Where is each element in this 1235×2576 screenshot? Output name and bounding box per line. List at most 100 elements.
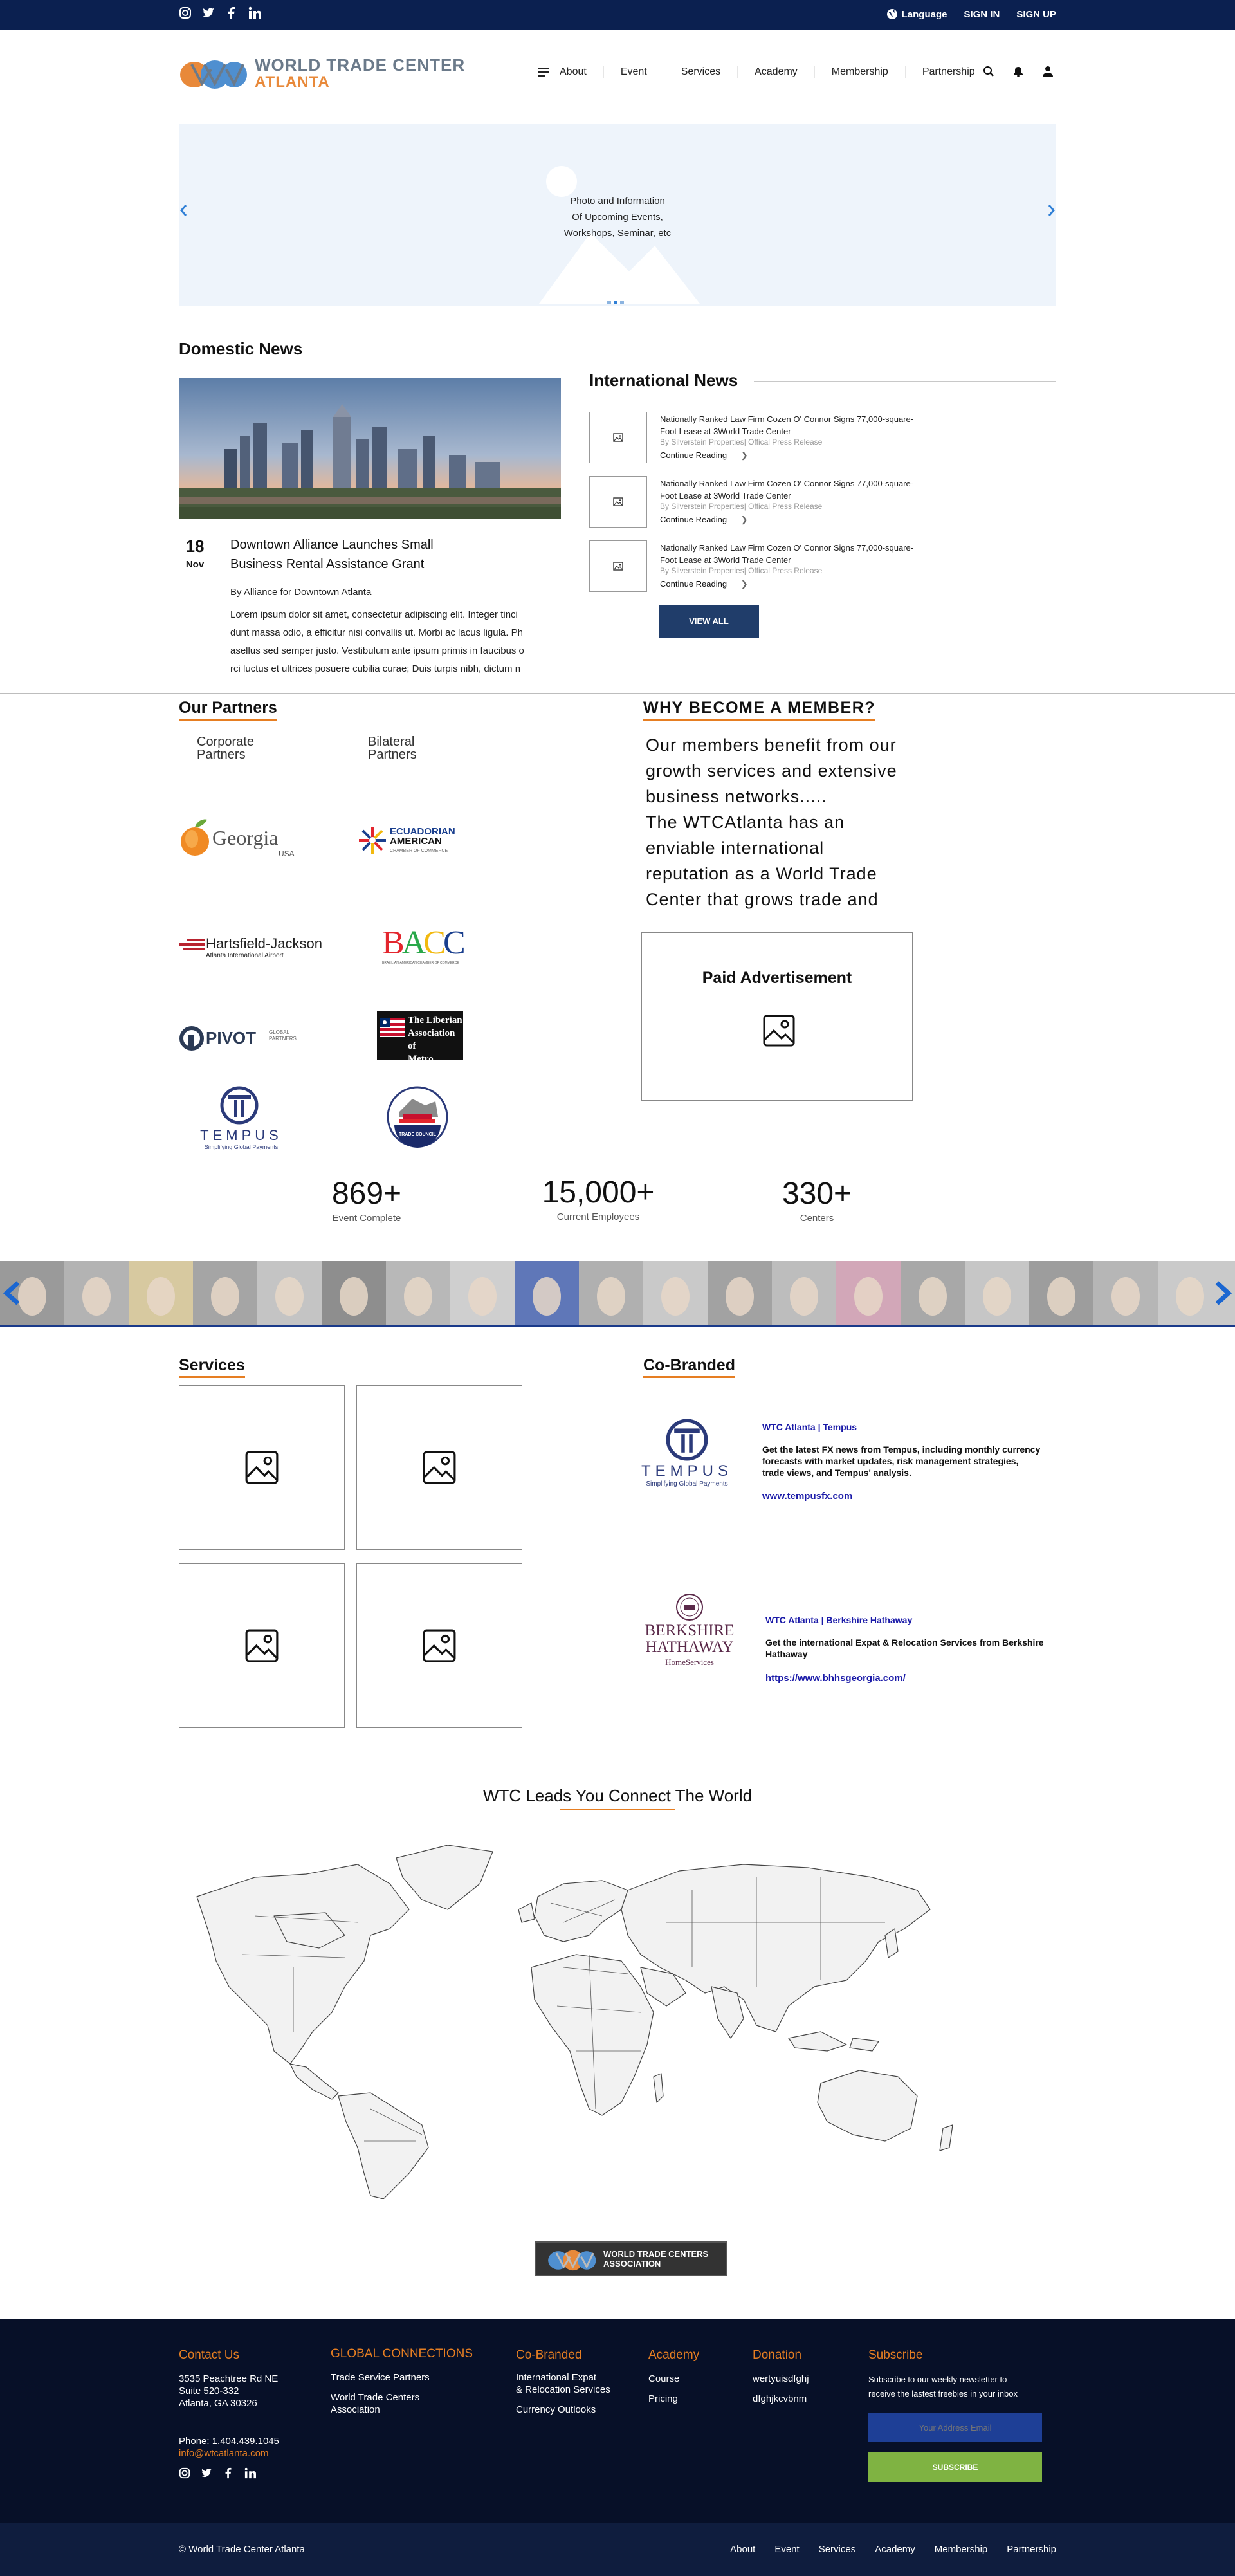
carousel-prev-icon[interactable] [179, 203, 188, 217]
service-card[interactable] [179, 1385, 345, 1550]
footer-link-currency[interactable]: Currency Outlooks [516, 2404, 610, 2416]
continue-reading-link[interactable]: Continue Reading ❯ [660, 515, 748, 525]
footer-link-expat[interactable]: International Expat & Relocation Service… [516, 2371, 610, 2396]
tab-corporate-partners[interactable]: Corporate Partners [197, 735, 254, 761]
council-seal-icon [387, 1086, 448, 1148]
tempus-cobrand-logo[interactable]: TEMPUS Simplifying Global Payments [636, 1419, 738, 1489]
international-news-item[interactable]: Nationally Ranked Law Firm Cozen O' Conn… [589, 540, 988, 598]
bottom-link-event[interactable]: Event [774, 2544, 799, 2555]
pivot-logo[interactable]: PIVOT GLOBAL PARTNERS [179, 1026, 307, 1054]
member-title: WHY BECOME A MEMBER? [643, 699, 876, 721]
tempus-cobrand-url[interactable]: www.tempusfx.com [762, 1491, 852, 1502]
linkedin-icon[interactable] [248, 6, 261, 19]
continue-reading-link[interactable]: Continue Reading ❯ [660, 450, 748, 461]
paid-advertisement-box[interactable]: Paid Advertisement [641, 932, 913, 1101]
tempus-cobrand-text: TEMPUS [641, 1462, 733, 1480]
tempus-partner-logo[interactable]: TEMPUS Simplifying Global Payments [193, 1086, 289, 1150]
footer-link-trade-service[interactable]: Trade Service Partners [331, 2371, 473, 2384]
bottom-link-about[interactable]: About [730, 2544, 755, 2555]
chevron-right-icon: ❯ [740, 450, 748, 460]
news-thumbnail [589, 412, 647, 463]
hero-carousel: Photo and Information Of Upcoming Events… [179, 124, 1056, 306]
cobrand-desc-line: Get the latest FX news from Tempus, incl… [762, 1444, 1041, 1455]
berkshire-cobrand-link[interactable]: WTC Atlanta | Berkshire Hathaway [765, 1615, 912, 1625]
ecuador-logo-line-1: ECUADORIAN [390, 826, 455, 837]
nav-partnership[interactable]: Partnership [904, 66, 992, 78]
carousel-dot[interactable] [614, 301, 618, 304]
continue-reading-link[interactable]: Continue Reading ❯ [660, 579, 748, 589]
berkshire-cobrand-url[interactable]: https://www.bhhsgeorgia.com/ [765, 1673, 906, 1684]
tab-bilateral-label-2: Partners [368, 748, 417, 762]
service-card[interactable] [356, 1563, 522, 1728]
linkedin-icon[interactable] [244, 2467, 256, 2479]
carousel-dot[interactable] [620, 301, 624, 304]
bottom-link-membership[interactable]: Membership [935, 2544, 988, 2555]
service-card[interactable] [179, 1563, 345, 1728]
carousel-dot[interactable] [607, 301, 611, 304]
bottom-link-services[interactable]: Services [819, 2544, 856, 2555]
usa-trade-council-logo[interactable]: TRADE COUNCIL [387, 1086, 448, 1148]
carousel-next-icon[interactable] [1047, 203, 1056, 217]
site-logo[interactable]: WORLD TRADE CENTER ATLANTA [179, 55, 465, 91]
sign-up-link[interactable]: SIGN UP [1016, 9, 1056, 20]
facebook-icon[interactable] [225, 6, 238, 19]
news-date: 18 Nov [179, 537, 211, 570]
twitter-icon[interactable] [202, 6, 215, 19]
chevron-right-icon: ❯ [740, 515, 748, 524]
ecuador-logo-line-3: CHAMBER OF COMMERCE [390, 849, 448, 853]
footer-donation-item[interactable]: wertyuisdfghj [753, 2373, 809, 2385]
tab-bilateral-partners[interactable]: Bilateral Partners [368, 735, 417, 761]
footer-link-pricing[interactable]: Pricing [648, 2393, 699, 2405]
bacc-logo[interactable]: BACC BRAZILIAN-AMERICAN CHAMBER OF COMME… [382, 926, 466, 971]
language-selector[interactable]: Language [886, 8, 947, 20]
search-icon[interactable] [983, 66, 994, 77]
nav-membership[interactable]: Membership [814, 66, 905, 78]
image-icon [423, 1451, 456, 1484]
menu-icon[interactable] [538, 68, 549, 77]
instagram-icon[interactable] [179, 2467, 190, 2479]
footer-donation-item[interactable]: dfghjkcvbnm [753, 2393, 809, 2405]
twitter-icon[interactable] [201, 2467, 212, 2479]
subscribe-button[interactable]: SUBSCRIBE [868, 2452, 1042, 2482]
footer-academy: Academy Course Pricing [648, 2348, 699, 2405]
instagram-icon[interactable] [179, 6, 192, 19]
footer-donation: Donation wertyuisdfghj dfghjkcvbnm [753, 2348, 809, 2405]
hartsfield-logo-sub: Atlanta International Airport [206, 952, 284, 959]
nav-event[interactable]: Event [603, 66, 664, 78]
georgia-logo[interactable]: Georgia USA [179, 816, 307, 862]
sign-in-link[interactable]: SIGN IN [964, 9, 1000, 20]
view-all-button[interactable]: VIEW ALL [659, 605, 759, 638]
ecuadorian-american-logo[interactable]: ECUADORIAN AMERICAN CHAMBER OF COMMERCE [358, 825, 473, 858]
wtca-badge[interactable]: WORLD TRADE CENTERS ASSOCIATION [535, 2241, 727, 2276]
bottom-link-partnership[interactable]: Partnership [1007, 2544, 1056, 2555]
bell-icon[interactable] [1012, 66, 1024, 77]
strip-next-icon[interactable] [1213, 1280, 1232, 1306]
nav-services[interactable]: Services [663, 66, 737, 78]
news-thumbnail [589, 476, 647, 528]
footer-phone[interactable]: Phone: 1.404.439.1045 [179, 2435, 279, 2447]
berkshire-cobrand-logo[interactable]: BERKSHIRE HATHAWAY HomeServices [638, 1593, 741, 1670]
tempus-cobrand-link[interactable]: WTC Atlanta | Tempus [762, 1422, 857, 1432]
member-pitch-line: enviable international [646, 838, 825, 858]
nav-academy[interactable]: Academy [737, 66, 814, 78]
member-pitch-line: The WTCAtlanta has an [646, 813, 845, 832]
footer-link-course[interactable]: Course [648, 2373, 699, 2385]
international-news-item[interactable]: Nationally Ranked Law Firm Cozen O' Conn… [589, 476, 988, 534]
intl-headline-line-2: Foot Lease at 3World Trade Center [660, 491, 791, 501]
bottom-link-academy[interactable]: Academy [875, 2544, 915, 2555]
sunburst-icon [359, 827, 386, 854]
nav-about[interactable]: About [557, 66, 603, 78]
subscribe-email-input[interactable] [868, 2413, 1042, 2442]
user-icon[interactable] [1042, 66, 1054, 77]
strip-prev-icon[interactable] [3, 1280, 22, 1306]
brand-name: WORLD TRADE CENTER [255, 55, 466, 75]
service-card[interactable] [356, 1385, 522, 1550]
liberian-association-logo[interactable]: The Liberian Association of Metro Atlant… [377, 1011, 463, 1077]
facebook-icon[interactable] [223, 2467, 234, 2479]
stat-number: 869+ [331, 1177, 402, 1211]
international-news-item[interactable]: Nationally Ranked Law Firm Cozen O' Conn… [589, 412, 988, 470]
hartsfield-jackson-logo[interactable]: Hartsfield-Jackson Atlanta International… [179, 934, 333, 960]
footer-email[interactable]: info@wtcatlanta.com [179, 2447, 279, 2460]
footer-link-wtca[interactable]: World Trade Centers Association [331, 2391, 473, 2416]
domestic-headline[interactable]: Downtown Alliance Launches Small Busines… [230, 535, 434, 574]
